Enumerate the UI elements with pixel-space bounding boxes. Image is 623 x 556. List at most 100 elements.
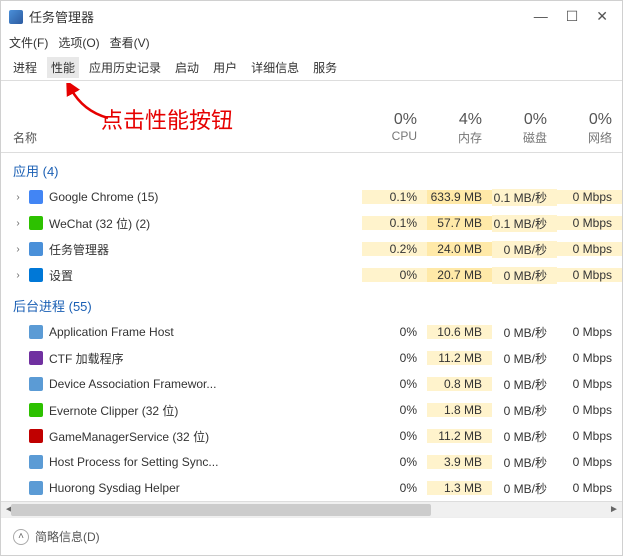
- cell-mem: 10.6 MB: [427, 325, 492, 339]
- cell-disk: 0.1 MB/秒: [492, 189, 557, 206]
- cell-net: 0 Mbps: [557, 429, 622, 443]
- cell-net: 0 Mbps: [557, 455, 622, 469]
- fewer-details-button[interactable]: 简略信息(D): [35, 528, 100, 545]
- maximize-button[interactable]: ☐: [566, 8, 579, 25]
- cell-mem: 24.0 MB: [427, 242, 492, 256]
- cell-net: 0 Mbps: [557, 268, 622, 282]
- cell-disk: 0 MB/秒: [492, 480, 557, 497]
- horizontal-scrollbar[interactable]: ◄ ►: [1, 501, 622, 517]
- process-row[interactable]: Huorong Sysdiag Helper0%1.3 MB0 MB/秒0 Mb…: [1, 475, 622, 501]
- process-list[interactable]: 应用 (4) ›Google Chrome (15)0.1%633.9 MB0.…: [1, 153, 622, 501]
- column-headers: 名称 0% CPU 4% 内存 0% 磁盘 0% 网络: [1, 81, 622, 153]
- process-name: Device Association Framewor...: [49, 377, 216, 391]
- cell-disk: 0 MB/秒: [492, 376, 557, 393]
- task-manager-window: 任务管理器 — ☐ ✕ 文件(F) 选项(O) 查看(V) 进程 性能 应用历史…: [0, 0, 623, 556]
- process-icon: [29, 403, 43, 417]
- header-name[interactable]: 名称: [1, 111, 362, 146]
- tab-app-history[interactable]: 应用历史记录: [85, 57, 165, 78]
- process-icon: [29, 325, 43, 339]
- process-row[interactable]: Host Process for Setting Sync...0%3.9 MB…: [1, 449, 622, 475]
- scroll-right-icon[interactable]: ►: [606, 502, 622, 518]
- cell-cpu: 0%: [362, 377, 427, 391]
- process-row[interactable]: Application Frame Host 0%10.6 MB0 MB/秒0 M…: [1, 319, 622, 345]
- cell-disk: 0 MB/秒: [492, 454, 557, 471]
- cell-net: 0 Mbps: [557, 216, 622, 230]
- tab-startup[interactable]: 启动: [171, 57, 203, 78]
- cell-net: 0 Mbps: [557, 481, 622, 495]
- group-background: 后台进程 (55): [1, 288, 622, 319]
- process-icon: [29, 429, 43, 443]
- cell-mem: 1.3 MB: [427, 481, 492, 495]
- scrollbar-thumb[interactable]: [11, 504, 431, 516]
- tab-details[interactable]: 详细信息: [247, 57, 303, 78]
- cell-mem: 1.8 MB: [427, 403, 492, 417]
- cell-mem: 633.9 MB: [427, 190, 492, 204]
- process-row[interactable]: GameManagerService (32 位) 0%11.2 MB0 MB/秒…: [1, 423, 622, 449]
- cell-cpu: 0%: [362, 325, 427, 339]
- process-row[interactable]: ›任务管理器0.2%24.0 MB0 MB/秒0 Mbps: [1, 236, 622, 262]
- cell-disk: 0 MB/秒: [492, 350, 557, 367]
- cell-net: 0 Mbps: [557, 377, 622, 391]
- process-row[interactable]: ›设置0%20.7 MB0 MB/秒0 Mbps: [1, 262, 622, 288]
- cell-cpu: 0%: [362, 455, 427, 469]
- process-icon: [29, 190, 43, 204]
- process-icon: [29, 268, 43, 282]
- cell-net: 0 Mbps: [557, 190, 622, 204]
- process-icon: [29, 351, 43, 365]
- cell-cpu: 0%: [362, 351, 427, 365]
- process-name: 设置: [49, 267, 73, 284]
- process-row[interactable]: Device Association Framewor...0%0.8 MB0 …: [1, 371, 622, 397]
- cell-disk: 0 MB/秒: [492, 324, 557, 341]
- cell-disk: 0 MB/秒: [492, 402, 557, 419]
- header-network[interactable]: 0% 网络: [557, 111, 622, 146]
- tab-performance[interactable]: 性能: [47, 57, 79, 78]
- menu-view[interactable]: 查看(V): [110, 34, 150, 51]
- expand-icon[interactable]: ›: [13, 270, 23, 281]
- group-apps: 应用 (4): [1, 153, 622, 184]
- app-icon: [9, 10, 23, 24]
- cell-net: 0 Mbps: [557, 242, 622, 256]
- minimize-button[interactable]: —: [534, 8, 548, 25]
- footer: ˄ 简略信息(D): [1, 517, 622, 555]
- process-row[interactable]: ›Google Chrome (15)0.1%633.9 MB0.1 MB/秒0…: [1, 184, 622, 210]
- cell-mem: 11.2 MB: [427, 351, 492, 365]
- chevron-up-icon[interactable]: ˄: [13, 529, 29, 545]
- cell-cpu: 0%: [362, 403, 427, 417]
- tab-processes[interactable]: 进程: [9, 57, 41, 78]
- process-row[interactable]: Evernote Clipper (32 位)0%1.8 MB0 MB/秒0 M…: [1, 397, 622, 423]
- header-cpu[interactable]: 0% CPU: [362, 111, 427, 146]
- menu-file[interactable]: 文件(F): [9, 34, 48, 51]
- cell-mem: 0.8 MB: [427, 377, 492, 391]
- header-memory[interactable]: 4% 内存: [427, 111, 492, 146]
- cell-mem: 20.7 MB: [427, 268, 492, 282]
- header-disk[interactable]: 0% 磁盘: [492, 111, 557, 146]
- process-icon: [29, 377, 43, 391]
- cell-mem: 57.7 MB: [427, 216, 492, 230]
- process-row[interactable]: ›WeChat (32 位) (2)0.1%57.7 MB0.1 MB/秒0 M…: [1, 210, 622, 236]
- menu-options[interactable]: 选项(O): [58, 34, 99, 51]
- process-icon: [29, 481, 43, 495]
- process-name: Evernote Clipper (32 位): [49, 402, 178, 419]
- process-row[interactable]: CTF 加载程序0%11.2 MB0 MB/秒0 Mbps: [1, 345, 622, 371]
- tab-users[interactable]: 用户: [209, 57, 241, 78]
- cell-mem: 11.2 MB: [427, 429, 492, 443]
- close-button[interactable]: ✕: [596, 8, 608, 25]
- process-name: GameManagerService (32 位): [49, 428, 209, 445]
- process-icon: [29, 242, 43, 256]
- expand-icon[interactable]: ›: [13, 192, 23, 203]
- titlebar: 任务管理器 — ☐ ✕: [1, 1, 622, 32]
- cell-net: 0 Mbps: [557, 325, 622, 339]
- process-name: Huorong Sysdiag Helper: [49, 481, 180, 495]
- tab-services[interactable]: 服务: [309, 57, 341, 78]
- expand-icon[interactable]: ›: [13, 244, 23, 255]
- process-name: Application Frame Host: [49, 325, 174, 339]
- cell-cpu: 0.1%: [362, 216, 427, 230]
- cell-disk: 0 MB/秒: [492, 428, 557, 445]
- cell-disk: 0 MB/秒: [492, 267, 557, 284]
- cell-mem: 3.9 MB: [427, 455, 492, 469]
- window-title: 任务管理器: [29, 7, 94, 26]
- menubar: 文件(F) 选项(O) 查看(V): [1, 32, 622, 55]
- cell-cpu: 0%: [362, 429, 427, 443]
- expand-icon[interactable]: ›: [13, 218, 23, 229]
- tabbar: 进程 性能 应用历史记录 启动 用户 详细信息 服务: [1, 55, 622, 81]
